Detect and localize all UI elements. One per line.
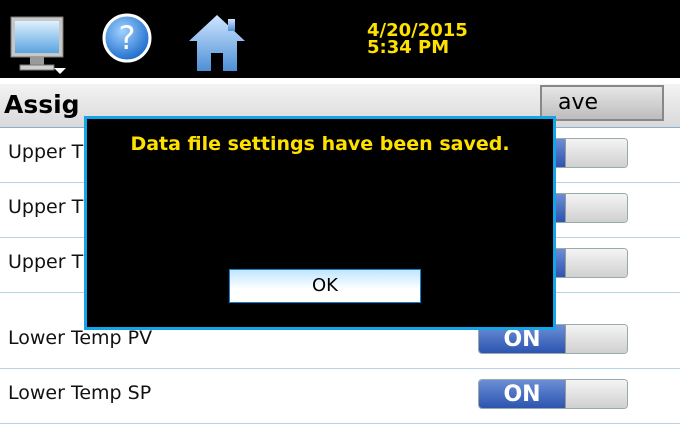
ok-button[interactable]: OK	[229, 269, 421, 303]
toggle-switch[interactable]: ON	[478, 379, 628, 409]
row-label: Lower Temp PV	[8, 327, 153, 349]
toggle-on-label: ON	[479, 380, 565, 408]
toggle-knob	[565, 249, 627, 277]
dialog-message: Data file settings have been saved.	[130, 133, 510, 155]
toggle-knob	[565, 194, 627, 222]
help-icon[interactable]: ?	[102, 13, 152, 63]
home-icon[interactable]	[187, 13, 247, 73]
toggle-knob	[565, 139, 627, 167]
top-bar: ? 4/20/2015 5:34 PM	[0, 0, 680, 78]
datetime: 4/20/2015 5:34 PM	[367, 22, 468, 58]
save-button-label: ave	[558, 90, 599, 115]
row-label: Upper T	[8, 196, 84, 218]
save-button[interactable]: ave	[540, 85, 664, 121]
svg-text:?: ?	[119, 19, 136, 57]
toggle-knob	[565, 325, 627, 353]
row-label: Upper T	[8, 141, 84, 163]
monitor-icon[interactable]	[10, 16, 68, 76]
page-title: Assig	[4, 90, 80, 119]
toggle-knob	[565, 380, 627, 408]
list-item: Lower Temp SP ON	[0, 369, 680, 424]
time-text: 5:34 PM	[367, 37, 450, 58]
save-confirmation-dialog: Data file settings have been saved. OK	[84, 116, 556, 330]
row-label: Upper T	[8, 251, 84, 273]
row-label: Lower Temp SP	[8, 382, 152, 404]
